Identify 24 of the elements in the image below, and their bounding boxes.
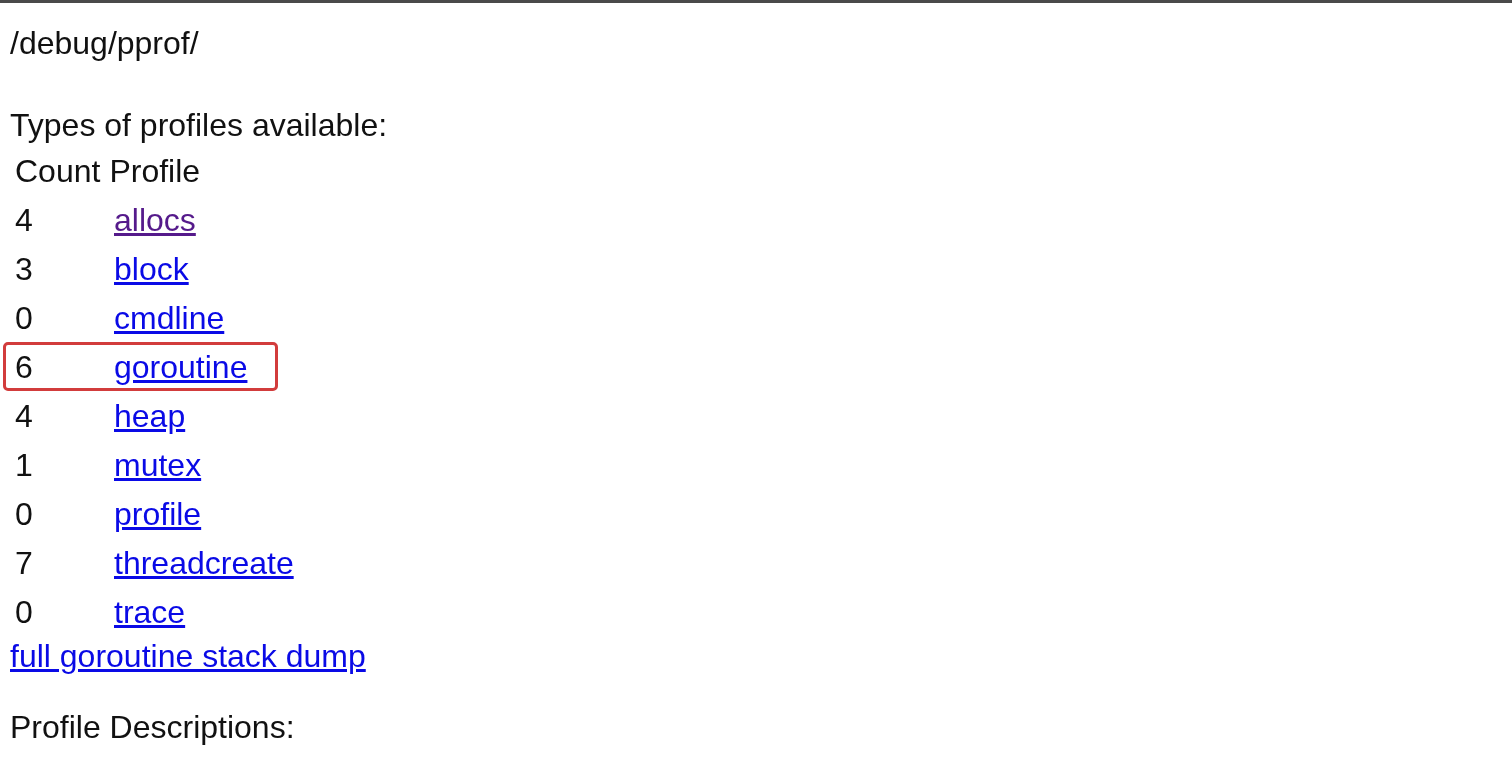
count-cell-text: 3 (15, 249, 34, 289)
profile-link[interactable]: goroutine (114, 348, 248, 385)
section-heading: Types of profiles available: (10, 106, 388, 145)
profile-link[interactable]: heap (114, 397, 186, 434)
profile-link[interactable]: mutex (114, 446, 202, 483)
stack-dump-link[interactable]: full goroutine stack dump (10, 638, 366, 674)
page-title: /debug/pprof/ (10, 24, 199, 63)
section-heading: Profile Descriptions: (10, 708, 295, 747)
count-cell-text: 4 (15, 396, 34, 436)
profile-link[interactable]: trace (114, 593, 186, 630)
profile-link[interactable]: threadcreate (114, 544, 294, 581)
column-header: Count (15, 151, 101, 191)
profile-link[interactable]: block (114, 250, 189, 287)
count-cell-text: 7 (15, 543, 34, 583)
column-header: Profile (109, 151, 201, 191)
count-cell-text: 6 (15, 347, 34, 387)
profile-link[interactable]: cmdline (114, 299, 225, 336)
profile-link[interactable]: profile (114, 495, 202, 532)
count-cell-text: 0 (15, 592, 34, 632)
profile-link[interactable]: allocs (114, 201, 196, 238)
count-cell-text: 4 (15, 200, 34, 240)
count-cell-text: 0 (15, 494, 34, 534)
count-cell-text: 1 (15, 445, 34, 485)
count-cell-text: 0 (15, 298, 34, 338)
